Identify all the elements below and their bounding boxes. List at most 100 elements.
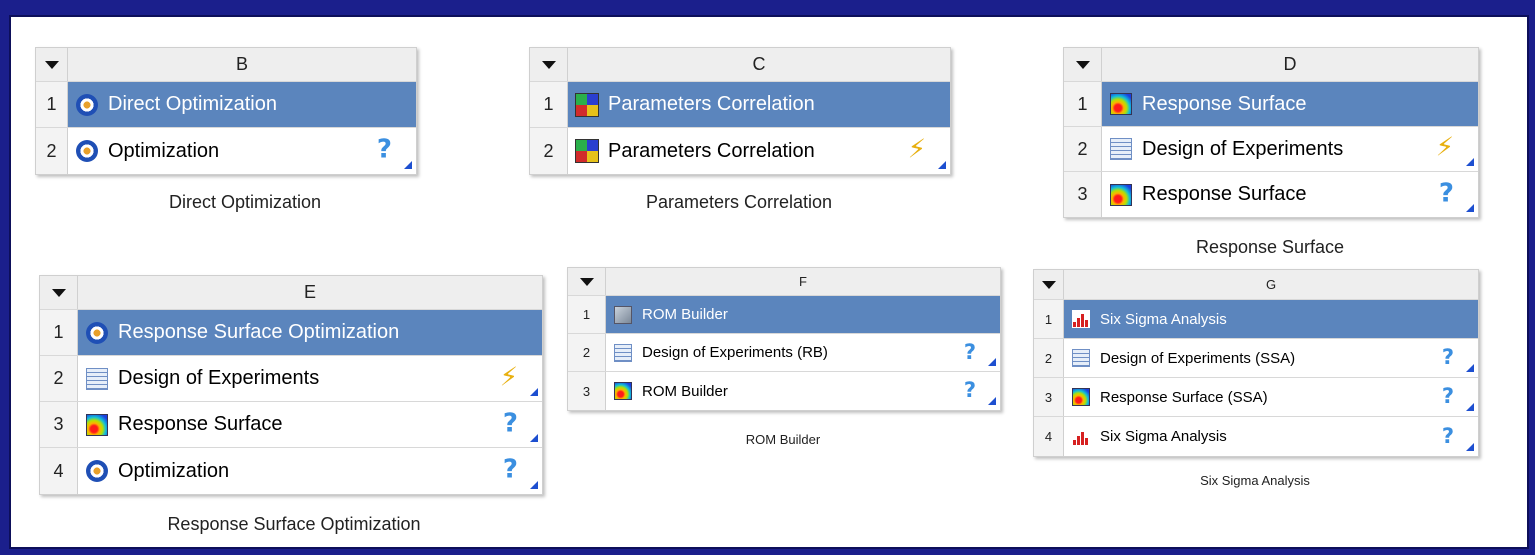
status-corner-marker — [938, 161, 946, 169]
chevron-down-icon — [541, 60, 556, 69]
row-number: 2 — [530, 128, 568, 174]
row-number: 3 — [568, 372, 606, 410]
doe-table-icon — [1110, 138, 1132, 160]
cell-label: Response Surface — [118, 413, 283, 435]
analysis-system-b: B 1 Direct Optimization 2 Optimization? — [35, 47, 417, 175]
response-surface-icon — [1110, 93, 1132, 115]
cell-label: Optimization — [118, 459, 230, 482]
cell-label: Design of Experiments (RB) — [642, 344, 828, 361]
system-title-cell[interactable]: Response Surface — [1102, 82, 1478, 126]
question-icon: ? — [376, 134, 392, 165]
cell-label: Parameters Correlation — [608, 139, 815, 162]
system-column-letter: B — [235, 54, 248, 74]
component-cell[interactable]: Design of Experiments (RB)? — [606, 334, 1000, 371]
row-number: 1 — [36, 82, 68, 127]
component-cell[interactable]: Optimization? — [68, 128, 416, 174]
collapse-toggle[interactable] — [40, 276, 78, 309]
cell-row-4[interactable]: 4 Six Sigma Analysis? — [1034, 417, 1478, 456]
row-number: 2 — [40, 356, 78, 401]
system-table: D 1 Response Surface 2 Design of Experiments… — [1063, 47, 1479, 218]
row-number: 3 — [1064, 172, 1102, 217]
component-cell[interactable]: Response Surface? — [1102, 172, 1478, 217]
system-table: B 1 Direct Optimization 2 Optimization? — [35, 47, 417, 175]
cell-label: Response Surface Optimization — [118, 321, 400, 343]
status-corner-marker — [530, 481, 538, 489]
cell-label: Direct Optimization — [108, 93, 277, 115]
cell-row-2[interactable]: 2 Design of Experiments (SSA)? — [1034, 339, 1478, 378]
cell-row-2[interactable]: 2 Design of Experiments (RB)? — [568, 334, 1000, 372]
target-icon — [86, 460, 108, 482]
response-surface-icon — [86, 413, 108, 436]
system-column-letter: D — [1283, 54, 1297, 74]
cell-row-4[interactable]: 4 Optimization? — [40, 448, 542, 494]
cell-row-1[interactable]: 1 Direct Optimization — [36, 82, 416, 128]
component-cell[interactable]: Design of Experiments ⚡ — [78, 356, 542, 401]
cell-label: Six Sigma Analysis — [1100, 428, 1227, 445]
system-title-cell[interactable]: ROM Builder — [606, 296, 1000, 333]
chevron-down-icon — [51, 288, 66, 297]
status-corner-marker — [1466, 204, 1474, 212]
analysis-system-f: F 1 ROM Builder 2 Design of Experiments (RB)… — [567, 267, 1001, 411]
status-corner-marker — [988, 358, 996, 366]
component-cell[interactable]: Parameters Correlation ⚡ — [568, 128, 950, 174]
collapse-toggle[interactable] — [568, 268, 606, 295]
six-sigma-bars-icon — [1072, 427, 1090, 446]
row-number: 3 — [40, 402, 78, 447]
system-table: F 1 ROM Builder 2 Design of Experiments (RB)… — [567, 267, 1001, 411]
component-cell[interactable]: Design of Experiments (SSA)? — [1064, 339, 1478, 377]
status-corner-marker — [530, 388, 538, 396]
chevron-down-icon — [579, 277, 594, 286]
collapse-toggle[interactable] — [1064, 48, 1102, 81]
target-icon — [86, 321, 108, 344]
system-caption: Parameters Correlation — [645, 192, 833, 212]
collapse-toggle[interactable] — [530, 48, 568, 81]
lightning-icon: ⚡ — [1435, 132, 1454, 163]
system-caption: Direct Optimization — [168, 192, 322, 212]
cell-row-2[interactable]: 2 Optimization? — [36, 128, 416, 174]
system-column-letter: G — [1265, 277, 1277, 292]
collapse-toggle[interactable] — [36, 48, 68, 81]
collapse-toggle[interactable] — [1034, 270, 1064, 299]
cell-row-2[interactable]: 2 Parameters Correlation ⚡ — [530, 128, 950, 174]
system-title-cell[interactable]: Direct Optimization — [68, 82, 416, 127]
system-caption: Response Surface Optimization — [167, 514, 421, 534]
question-icon: ? — [1441, 423, 1454, 448]
rom-builder-icon — [614, 305, 632, 324]
component-cell[interactable]: Response Surface (SSA)? — [1064, 378, 1478, 416]
cell-row-3[interactable]: 3 Response Surface? — [1064, 172, 1478, 217]
response-surface-icon — [1072, 388, 1090, 406]
component-cell[interactable]: Six Sigma Analysis? — [1064, 417, 1478, 456]
system-title-cell[interactable]: Response Surface Optimization — [78, 310, 542, 355]
analysis-system-e: E 1 Response Surface Optimization 2 Design o… — [39, 275, 543, 495]
row-number: 1 — [568, 296, 606, 333]
question-icon: ? — [1438, 178, 1454, 208]
component-cell[interactable]: Response Surface? — [78, 402, 542, 447]
cell-row-1[interactable]: 1 Parameters Correlation — [530, 82, 950, 128]
cell-row-3[interactable]: 3 ROM Builder? — [568, 372, 1000, 410]
cell-label: ROM Builder — [642, 382, 728, 400]
cell-row-1[interactable]: 1 ROM Builder — [568, 296, 1000, 334]
question-icon: ? — [963, 339, 976, 364]
cell-row-3[interactable]: 3 Response Surface (SSA)? — [1034, 378, 1478, 417]
cell-row-2[interactable]: 2 Design of Experiments ⚡ — [40, 356, 542, 402]
doe-table-icon — [614, 343, 632, 362]
component-cell[interactable]: ROM Builder? — [606, 372, 1000, 410]
cell-row-1[interactable]: 1 Response Surface Optimization — [40, 310, 542, 356]
status-corner-marker — [1466, 403, 1474, 411]
lightning-icon: ⚡ — [499, 362, 518, 392]
system-title-cell[interactable]: Six Sigma Analysis — [1064, 300, 1478, 338]
cell-row-1[interactable]: 1 Six Sigma Analysis — [1034, 300, 1478, 339]
chevron-down-icon — [1075, 60, 1090, 69]
system-title-cell[interactable]: Parameters Correlation — [568, 82, 950, 127]
cell-row-1[interactable]: 1 Response Surface — [1064, 82, 1478, 127]
row-number: 1 — [530, 82, 568, 127]
question-icon: ? — [1441, 344, 1454, 369]
cell-label: ROM Builder — [642, 306, 728, 323]
component-cell[interactable]: Optimization? — [78, 448, 542, 494]
system-caption: Response Surface — [1195, 237, 1345, 257]
row-number: 1 — [1034, 300, 1064, 338]
component-cell[interactable]: Design of Experiments ⚡ — [1102, 127, 1478, 171]
status-corner-marker — [1466, 443, 1474, 451]
cell-row-2[interactable]: 2 Design of Experiments ⚡ — [1064, 127, 1478, 172]
cell-row-3[interactable]: 3 Response Surface? — [40, 402, 542, 448]
